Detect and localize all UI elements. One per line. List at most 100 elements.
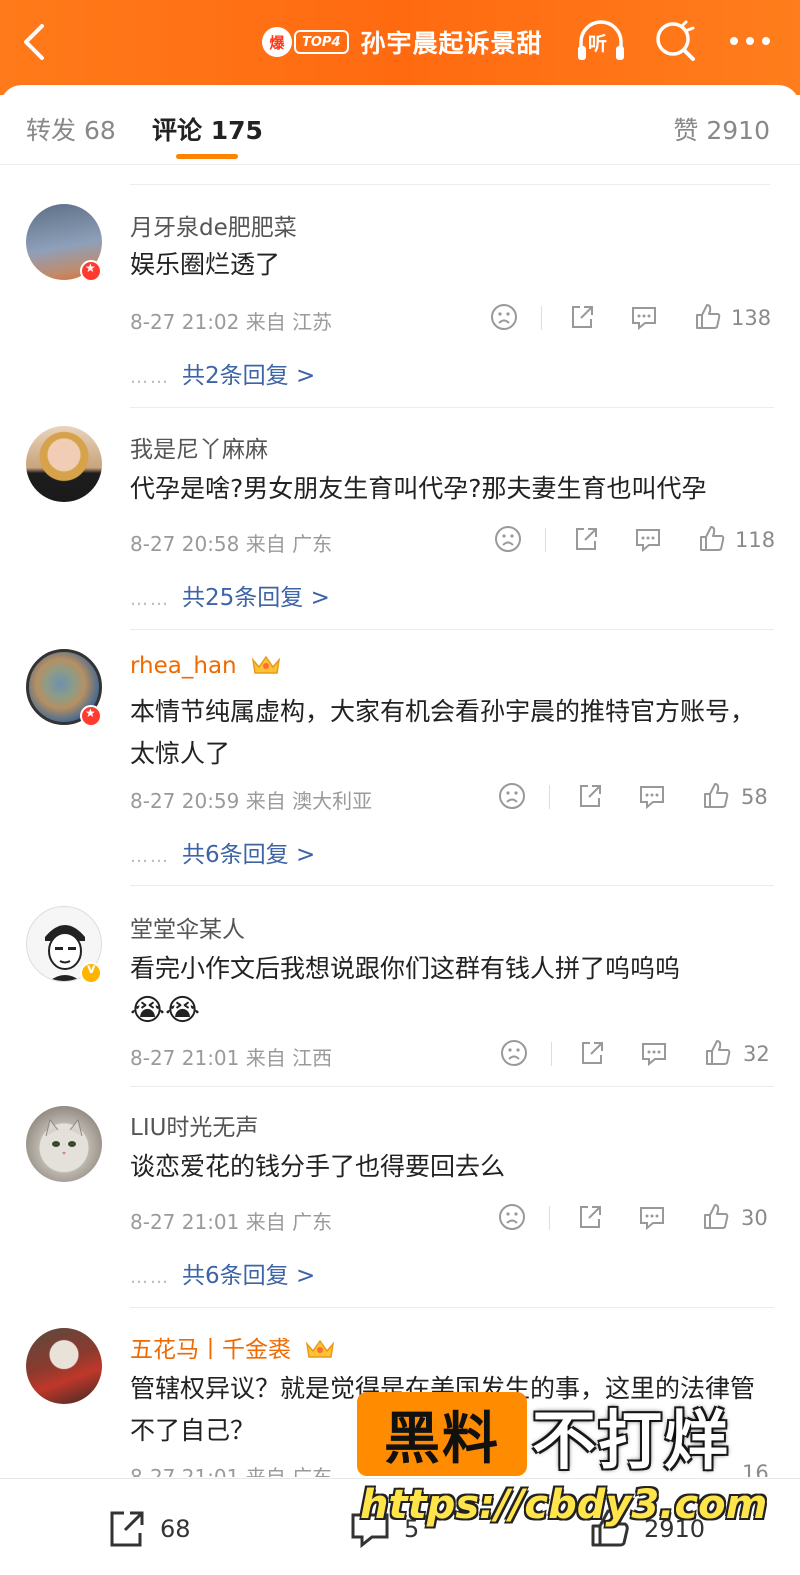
reply-count: 共6条回复 > xyxy=(182,1263,316,1289)
thumbs-up-icon[interactable] xyxy=(701,781,731,811)
reply-count: 共25条回复 > xyxy=(182,585,330,611)
forward-count: 68 xyxy=(160,1515,191,1543)
divider xyxy=(551,1042,552,1066)
reply-dots: …… xyxy=(130,589,170,610)
user-name[interactable]: 五花马丨千金裘 xyxy=(130,1330,336,1364)
comment-meta: 8-27 21:01 来自 广东 xyxy=(130,1461,332,1477)
cat-icon xyxy=(45,1118,83,1155)
tab-bar: 转发 68 评论 175 赞 2910 xyxy=(0,85,800,165)
watermark-url: https://cbdy3.com xyxy=(360,1482,768,1528)
hot-search-title[interactable]: 爆 TOP4 孙宇晨起诉景甜 xyxy=(262,22,543,62)
comment-source: 来自 江苏 xyxy=(245,310,333,334)
listen-button[interactable]: 听 xyxy=(575,18,627,64)
view-replies-link[interactable]: …… 共25条回复 > xyxy=(130,578,330,612)
dislike-face-icon[interactable] xyxy=(497,781,527,811)
comment-text-body: 看完小作文后我想说跟你们这群有钱人拼了呜呜呜 xyxy=(130,954,681,983)
comment-text: 本情节纯属虚构，大家有机会看孙宇晨的推特官方账号，太惊人了 xyxy=(130,697,756,768)
comment-meta: 8-27 21:01 来自 江西 xyxy=(130,1042,332,1071)
divider xyxy=(130,407,774,408)
reply-count: 共6条回复 > xyxy=(182,842,316,868)
share-icon[interactable] xyxy=(575,1202,605,1232)
reply-count: 共2条回复 > xyxy=(182,363,316,389)
top-bar: 爆 TOP4 孙宇晨起诉景甜 听 xyxy=(0,0,800,95)
share-icon[interactable] xyxy=(571,524,601,554)
thumbs-up-icon[interactable] xyxy=(701,1202,731,1232)
comment-source: 来自 广东 xyxy=(245,1210,333,1234)
divider xyxy=(130,885,774,886)
like-count: 32 xyxy=(743,1042,770,1066)
thumbs-up-icon[interactable] xyxy=(693,302,723,332)
hot-badge: 爆 xyxy=(262,27,292,57)
action-row: 118 xyxy=(489,524,779,558)
search-button[interactable] xyxy=(652,18,698,64)
thumbs-up-icon[interactable] xyxy=(703,1038,733,1068)
crown-icon xyxy=(251,655,281,674)
comment-icon[interactable] xyxy=(637,1202,667,1232)
action-row: 30 xyxy=(493,1202,783,1236)
avatar[interactable] xyxy=(26,426,102,502)
comment-meta: 8-27 21:02 来自 江苏 xyxy=(130,306,332,335)
tab-forward[interactable]: 转发 68 xyxy=(26,111,116,147)
tab-likes[interactable]: 赞 2910 xyxy=(673,111,770,147)
comment-icon[interactable] xyxy=(633,524,663,554)
comment-time: 8-27 20:58 xyxy=(130,532,240,556)
comment-meta: 8-27 21:01 来自 广东 xyxy=(130,1206,332,1235)
badge-icon xyxy=(80,260,102,282)
chevron-left-icon xyxy=(24,24,44,60)
dislike-face-icon[interactable] xyxy=(489,302,519,332)
comment-text: 娱乐圈烂透了 xyxy=(130,250,281,279)
avatar[interactable] xyxy=(26,1106,102,1182)
dislike-face-icon[interactable] xyxy=(493,524,523,554)
divider xyxy=(130,184,770,185)
share-icon[interactable] xyxy=(567,302,597,332)
comment-meta: 8-27 20:58 来自 广东 xyxy=(130,528,332,557)
comment-source: 来自 广东 xyxy=(245,1465,333,1477)
comment-source: 来自 澳大利亚 xyxy=(245,789,373,813)
user-name-text: rhea_han xyxy=(130,653,237,679)
avatar[interactable] xyxy=(26,1328,102,1404)
comment-source: 来自 广东 xyxy=(245,532,333,556)
divider xyxy=(130,629,774,630)
comment-text: 看完小作文后我想说跟你们这群有钱人拼了呜呜呜 😭😭 xyxy=(130,948,775,1033)
action-row: 58 xyxy=(493,781,783,815)
reply-dots: …… xyxy=(130,367,170,388)
tab-comments[interactable]: 评论 175 xyxy=(152,111,263,147)
reply-dots: …… xyxy=(130,846,170,867)
like-count: 58 xyxy=(741,785,768,809)
divider xyxy=(549,1206,550,1230)
forward-button[interactable]: 68 xyxy=(104,1507,191,1551)
badge-icon xyxy=(80,705,102,727)
like-count: 118 xyxy=(735,528,776,552)
page-title: 孙宇晨起诉景甜 xyxy=(360,29,543,58)
rank-tag: TOP4 xyxy=(294,30,349,54)
verified-badge-icon xyxy=(80,962,102,984)
share-icon xyxy=(110,1511,144,1547)
view-replies-link[interactable]: …… 共2条回复 > xyxy=(130,356,315,390)
crying-emoji-icon: 😭😭 xyxy=(130,993,201,1028)
view-replies-link[interactable]: …… 共6条回复 > xyxy=(130,1256,315,1290)
like-count: 30 xyxy=(741,1206,768,1230)
more-button[interactable] xyxy=(728,26,772,56)
action-row: 32 xyxy=(495,1038,785,1072)
comment-icon[interactable] xyxy=(639,1038,669,1068)
user-name[interactable]: 月牙泉de肥肥菜 xyxy=(130,208,297,242)
view-replies-link[interactable]: …… 共6条回复 > xyxy=(130,835,315,869)
share-icon[interactable] xyxy=(575,781,605,811)
user-name[interactable]: 堂堂伞某人 xyxy=(130,910,245,944)
comment-icon[interactable] xyxy=(637,781,667,811)
user-name[interactable]: 我是尼丫麻麻 xyxy=(130,430,268,464)
dislike-face-icon[interactable] xyxy=(499,1038,529,1068)
divider xyxy=(549,785,550,809)
user-name[interactable]: LIU时光无声 xyxy=(130,1108,258,1142)
active-tab-indicator xyxy=(176,154,238,159)
share-icon[interactable] xyxy=(577,1038,607,1068)
thumbs-up-icon[interactable] xyxy=(697,524,727,554)
user-name[interactable]: rhea_han xyxy=(130,653,282,679)
comment-time: 8-27 21:01 xyxy=(130,1210,240,1234)
watermark-logo: 黑料 xyxy=(357,1392,527,1476)
back-button[interactable] xyxy=(18,22,54,62)
comment-text: 代孕是啥?男女朋友生育叫代孕?那夫妻生育也叫代孕 xyxy=(130,474,707,503)
comment-icon[interactable] xyxy=(629,302,659,332)
dislike-face-icon[interactable] xyxy=(497,1202,527,1232)
divider xyxy=(130,1307,774,1308)
